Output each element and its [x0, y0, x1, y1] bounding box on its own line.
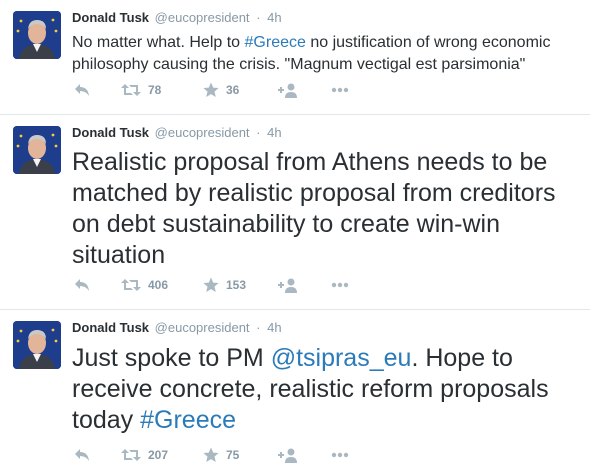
tweet-text: Just spoke to PM @tsipras_eu. Hope to re…	[72, 343, 582, 436]
follow-icon	[278, 448, 297, 463]
reply-button[interactable]	[74, 275, 90, 295]
retweet-icon	[121, 84, 141, 96]
retweet-button[interactable]: 207	[121, 445, 168, 465]
favorite-button[interactable]: 75	[203, 445, 239, 465]
reply-button[interactable]	[74, 445, 90, 465]
reply-icon	[75, 84, 89, 96]
hashtag-link[interactable]: #Greece	[245, 34, 306, 51]
tweet-header: Donald Tusk @eucopresident · 4h	[72, 320, 282, 335]
tweet-header: Donald Tusk @eucopresident · 4h	[72, 10, 282, 25]
author-name[interactable]: Donald Tusk	[72, 10, 149, 25]
tweet-text: Realistic proposal from Athens needs to …	[72, 147, 582, 271]
separator: ·	[256, 320, 261, 335]
mention-link[interactable]: @tsipras_eu	[271, 344, 412, 372]
author-handle[interactable]: @eucopresident	[155, 125, 250, 140]
retweet-count: 406	[148, 278, 169, 292]
more-icon	[331, 87, 349, 93]
retweet-count: 207	[148, 448, 169, 462]
avatar-photo	[13, 321, 61, 369]
avatar-photo	[13, 126, 61, 174]
more-button[interactable]	[331, 445, 349, 465]
tweet-text: No matter what. Help to #Greece no justi…	[72, 32, 572, 76]
follow-icon	[278, 278, 297, 293]
hashtag-link[interactable]: #Greece	[140, 406, 236, 434]
star-icon	[203, 447, 219, 462]
reply-icon	[75, 449, 89, 461]
more-button[interactable]	[331, 80, 349, 100]
star-icon	[203, 82, 219, 97]
tweet[interactable]: Donald Tusk @eucopresident · 4h No matte…	[0, 0, 590, 115]
more-button[interactable]	[331, 275, 349, 295]
favorite-button[interactable]: 153	[203, 275, 246, 295]
retweet-icon	[121, 279, 141, 291]
text-segment: Realistic proposal from Athens needs to …	[72, 148, 556, 269]
reply-icon	[75, 279, 89, 291]
avatar-photo	[13, 11, 61, 59]
retweet-count: 78	[148, 83, 162, 97]
retweet-button[interactable]: 78	[121, 80, 161, 100]
follow-button[interactable]	[278, 445, 298, 465]
tweet-time[interactable]: 4h	[267, 10, 281, 25]
favorite-count: 75	[226, 448, 240, 462]
author-handle[interactable]: @eucopresident	[155, 320, 250, 335]
reply-button[interactable]	[74, 80, 90, 100]
tweet-time[interactable]: 4h	[267, 125, 281, 140]
separator: ·	[256, 125, 261, 140]
separator: ·	[256, 10, 261, 25]
author-handle[interactable]: @eucopresident	[155, 10, 250, 25]
author-name[interactable]: Donald Tusk	[72, 320, 149, 335]
more-icon	[331, 282, 349, 288]
text-segment: Just spoke to PM	[72, 344, 271, 372]
follow-icon	[278, 83, 297, 98]
follow-button[interactable]	[278, 80, 298, 100]
retweet-icon	[121, 449, 141, 461]
tweet[interactable]: Donald Tusk @eucopresident · 4h Realisti…	[0, 115, 590, 310]
follow-button[interactable]	[278, 275, 298, 295]
author-name[interactable]: Donald Tusk	[72, 125, 149, 140]
avatar[interactable]	[13, 321, 61, 369]
favorite-count: 36	[226, 83, 240, 97]
avatar[interactable]	[13, 11, 61, 59]
avatar[interactable]	[13, 126, 61, 174]
star-icon	[203, 277, 219, 292]
favorite-count: 153	[226, 278, 247, 292]
tweet[interactable]: Donald Tusk @eucopresident · 4h Just spo…	[0, 310, 590, 475]
tweet-header: Donald Tusk @eucopresident · 4h	[72, 125, 282, 140]
tweet-time[interactable]: 4h	[267, 320, 281, 335]
favorite-button[interactable]: 36	[203, 80, 239, 100]
text-segment: No matter what. Help to	[72, 34, 245, 51]
retweet-button[interactable]: 406	[121, 275, 168, 295]
more-icon	[331, 452, 349, 458]
tweet-timeline: Donald Tusk @eucopresident · 4h No matte…	[0, 0, 590, 475]
